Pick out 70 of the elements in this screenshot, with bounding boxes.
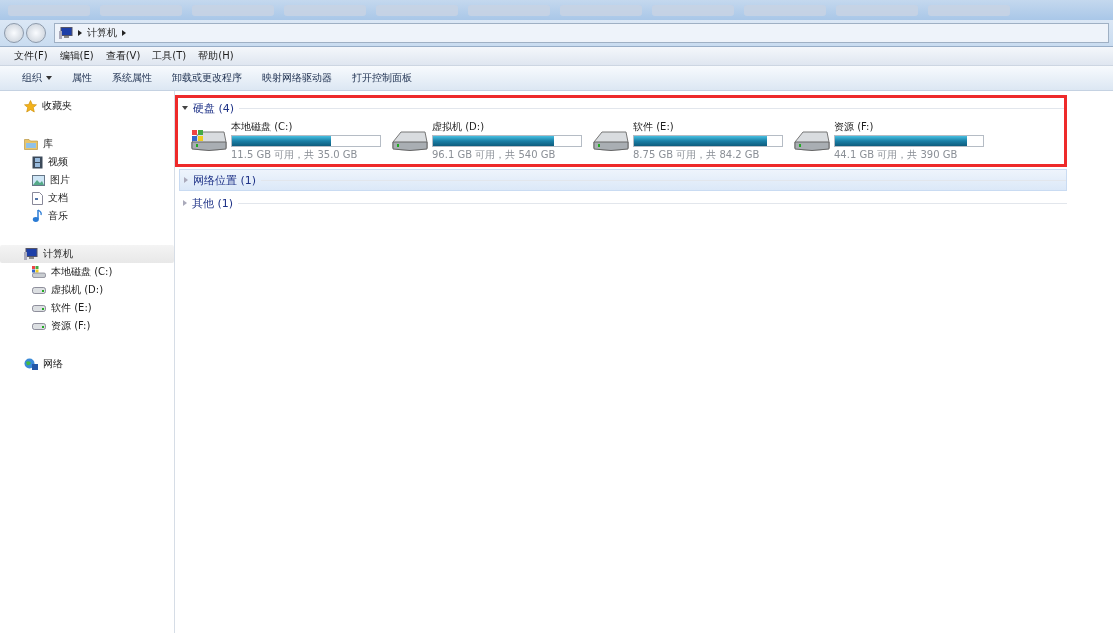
taskbar-tab[interactable]: [652, 4, 734, 16]
caret-icon: [46, 76, 52, 80]
sidebar-item[interactable]: 库: [0, 135, 174, 153]
toolbar-button[interactable]: 映射网络驱动器: [254, 68, 344, 88]
sidebar-item[interactable]: 本地磁盘 (C:): [0, 263, 174, 281]
sidebar-item[interactable]: 资源 (F:): [0, 317, 174, 335]
computer-icon: [24, 247, 38, 261]
system-drive-icon: [190, 128, 228, 154]
computer-icon: [59, 26, 73, 40]
sidebar-item[interactable]: 软件 (E:): [0, 299, 174, 317]
taskbar-tab[interactable]: [192, 4, 274, 16]
expand-icon[interactable]: [184, 177, 188, 183]
drive-name[interactable]: 软件 (E:): [633, 120, 783, 134]
drive-name[interactable]: 本地磁盘 (C:): [231, 120, 381, 134]
menu-item[interactable]: 工具(T): [152, 49, 187, 63]
free-space-text: 8.75 GB 可用，共 84.2 GB: [633, 148, 761, 162]
free-space-text: 96.1 GB 可用，共 540 GB: [432, 148, 557, 162]
taskbar-tab[interactable]: [560, 4, 642, 16]
sidebar-item[interactable]: 虚拟机 (D:): [0, 281, 174, 299]
free-space-text: 11.5 GB 可用，共 35.0 GB: [231, 148, 359, 162]
hard-drive-icon: [793, 128, 831, 154]
hard-drive-icon: [391, 128, 429, 154]
drive-icon: [32, 286, 46, 294]
taskbar-tab[interactable]: [100, 4, 182, 16]
toolbar-button[interactable]: 卸载或更改程序: [164, 68, 254, 88]
drive-name[interactable]: 虚拟机 (D:): [432, 120, 582, 134]
system-drive-icon: [32, 266, 46, 278]
taskbar-tab[interactable]: [928, 4, 1010, 16]
toolbar-button[interactable]: 属性: [64, 68, 104, 88]
sidebar-item[interactable]: 文档: [0, 189, 174, 207]
drive-icon: [32, 304, 46, 312]
expand-icon[interactable]: [183, 200, 187, 206]
group-header[interactable]: 其他 (1): [192, 195, 234, 211]
group-header[interactable]: 网络位置 (1): [193, 172, 257, 188]
star-icon: [24, 99, 37, 113]
menu-item[interactable]: 文件(F): [14, 49, 48, 63]
toolbar-button[interactable]: 组织: [14, 68, 64, 88]
music-note-icon: [32, 209, 43, 223]
toolbar-button[interactable]: 打开控制面板: [344, 68, 424, 88]
free-space-text: 44.1 GB 可用，共 390 GB: [834, 148, 959, 162]
back-button[interactable]: [4, 23, 24, 43]
collapse-icon[interactable]: [182, 106, 188, 110]
taskbar-tab[interactable]: [8, 4, 90, 16]
sidebar-item[interactable]: 视频: [0, 153, 174, 171]
group-header[interactable]: 硬盘 (4): [193, 100, 235, 116]
menu-item[interactable]: 帮助(H): [198, 49, 234, 63]
address-bar[interactable]: 计算机: [54, 23, 1109, 43]
document-icon: [32, 191, 43, 205]
breadcrumb[interactable]: 计算机: [87, 26, 117, 40]
sidebar-item[interactable]: 收藏夹: [0, 97, 174, 115]
drive-icon: [32, 322, 46, 330]
film-icon: [32, 155, 43, 169]
sidebar-item[interactable]: 音乐: [0, 207, 174, 225]
hard-drive-icon: [592, 128, 630, 154]
drive-name[interactable]: 资源 (F:): [834, 120, 984, 134]
forward-button[interactable]: [26, 23, 46, 43]
sidebar-item[interactable]: 网络: [0, 355, 174, 373]
taskbar-tab[interactable]: [376, 4, 458, 16]
toolbar-button[interactable]: 系统属性: [104, 68, 164, 88]
menu-item[interactable]: 编辑(E): [59, 49, 94, 63]
sidebar-item[interactable]: 图片: [0, 171, 174, 189]
taskbar-tab[interactable]: [468, 4, 550, 16]
image-icon: [32, 174, 45, 186]
folder-icon: [24, 138, 38, 150]
sidebar-item[interactable]: 计算机: [0, 245, 174, 263]
globe-icon: [24, 357, 38, 371]
taskbar-tab[interactable]: [744, 4, 826, 16]
taskbar-tab[interactable]: [836, 4, 918, 16]
menu-item[interactable]: 查看(V): [105, 49, 141, 63]
taskbar-tab[interactable]: [284, 4, 366, 16]
